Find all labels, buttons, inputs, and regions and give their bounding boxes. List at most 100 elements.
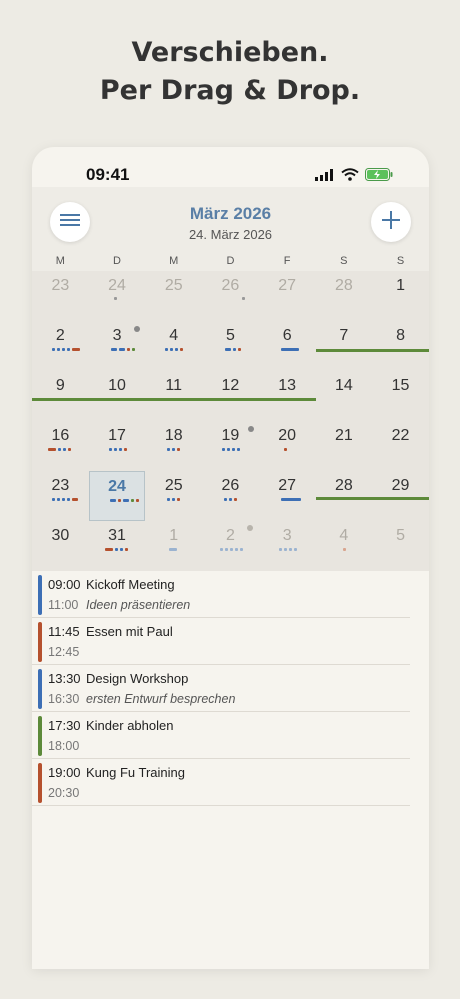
day-cell[interactable]: 16	[32, 421, 89, 471]
status-icons	[315, 168, 393, 186]
day-cell-today[interactable]: 24	[88, 471, 146, 521]
day-cell[interactable]: 17	[89, 421, 146, 471]
day-cell[interactable]: 26	[202, 271, 259, 321]
battery-charging-icon	[365, 168, 393, 186]
phone-screen: 09:41 März 2026 24. März 2026 M D M D F …	[32, 147, 429, 969]
day-cell[interactable]: 29	[372, 471, 429, 521]
day-number: 2	[55, 327, 65, 344]
month-title[interactable]: März 2026	[32, 204, 429, 224]
day-number: 25	[164, 477, 183, 494]
multi-day-event-bar[interactable]	[315, 349, 429, 352]
day-number: 6	[282, 327, 292, 344]
day-number: 21	[334, 427, 353, 444]
day-number: 20	[278, 427, 297, 444]
day-number: 8	[396, 327, 405, 344]
day-number: 22	[391, 427, 410, 444]
day-cell[interactable]: 1	[145, 521, 202, 571]
day-cell[interactable]: 28	[316, 271, 373, 321]
day-number: 23	[51, 477, 70, 494]
day-number: 14	[334, 377, 353, 394]
day-cell[interactable]: 19	[202, 421, 259, 471]
day-cell[interactable]: 25	[145, 471, 202, 521]
day-cell[interactable]: 13	[259, 371, 316, 421]
headline-line-2: Per Drag & Drop.	[99, 75, 361, 106]
day-cell[interactable]: 10	[89, 371, 146, 421]
event-color-stripe	[38, 622, 42, 662]
day-cell[interactable]: 18	[145, 421, 202, 471]
event-row[interactable]: 13:30 Design Workshop 16:30 ersten Entwu…	[32, 665, 410, 712]
day-cell[interactable]: 2	[202, 521, 259, 571]
event-row[interactable]: 11:45 Essen mit Paul 12:45	[32, 618, 410, 665]
day-cell[interactable]: 7	[316, 321, 373, 371]
day-cell[interactable]: 24	[89, 271, 146, 321]
wifi-icon	[341, 168, 359, 186]
event-end-time: 16:30	[48, 692, 80, 706]
event-row[interactable]: 19:00 Kung Fu Training 20:30	[32, 759, 410, 806]
day-cell[interactable]: 5	[372, 521, 429, 571]
event-start-time: 13:30	[48, 671, 81, 686]
day-cell[interactable]: 20	[259, 421, 316, 471]
day-cell[interactable]: 4	[145, 321, 202, 371]
day-cell[interactable]: 12	[202, 371, 259, 421]
day-cell[interactable]: 3	[89, 321, 146, 371]
day-cell[interactable]: 28	[316, 471, 373, 521]
weekday-label: M	[55, 255, 65, 267]
day-number: 5	[396, 527, 405, 544]
multi-day-event-bar[interactable]	[32, 398, 316, 401]
day-number: 11	[165, 377, 183, 394]
day-cell[interactable]: 23	[32, 471, 89, 521]
day-cell[interactable]: 9	[32, 371, 89, 421]
day-number: 25	[164, 277, 183, 294]
day-number: 4	[169, 327, 179, 344]
event-end-time: 18:00	[48, 739, 80, 753]
day-cell[interactable]: 8	[372, 321, 429, 371]
day-cell[interactable]: 15	[372, 371, 429, 421]
day-cell[interactable]: 26	[202, 471, 259, 521]
event-title: Kinder abholen	[86, 718, 174, 733]
day-cell[interactable]: 31	[89, 521, 146, 571]
day-number: 15	[391, 377, 410, 394]
day-cell[interactable]: 4	[316, 521, 373, 571]
event-start-time: 09:00	[48, 577, 81, 592]
headline: Verschieben. Per Drag & Drop.	[0, 34, 460, 110]
day-cell[interactable]: 23	[32, 271, 89, 321]
day-cell[interactable]: 30	[32, 521, 89, 571]
plus-icon	[381, 210, 401, 235]
day-cell[interactable]: 11	[145, 371, 202, 421]
day-cell[interactable]: 6	[259, 321, 316, 371]
day-cell[interactable]: 1	[372, 271, 429, 321]
day-cell[interactable]: 25	[145, 271, 202, 321]
event-note: Ideen präsentieren	[86, 598, 191, 612]
weekday-label: D	[226, 255, 235, 267]
day-number: 10	[108, 377, 126, 394]
day-cell[interactable]: 21	[316, 421, 373, 471]
add-event-button[interactable]	[371, 202, 411, 242]
day-number: 31	[108, 527, 126, 544]
day-number: 27	[278, 277, 297, 294]
day-cell[interactable]: 5	[202, 321, 259, 371]
day-number: 26	[221, 477, 240, 494]
weekday-label: F	[283, 255, 291, 267]
day-number: 29	[391, 477, 410, 494]
day-cell[interactable]: 3	[259, 521, 316, 571]
day-cell[interactable]: 27	[259, 471, 316, 521]
cellular-signal-icon	[315, 168, 335, 186]
event-row[interactable]: 09:00 Kickoff Meeting 11:00 Ideen präsen…	[32, 571, 410, 618]
day-number: 9	[55, 377, 65, 394]
status-time: 09:41	[86, 165, 130, 184]
day-number: 23	[51, 277, 70, 294]
day-number: 7	[339, 327, 349, 344]
day-cell[interactable]: 2	[32, 321, 89, 371]
weekday-label: M	[169, 255, 179, 267]
day-cell[interactable]: 27	[259, 271, 316, 321]
day-number: 28	[334, 477, 353, 494]
day-number: 18	[164, 427, 183, 444]
month-grid: 23 24 25 26 27 28 1 2 3 4 5 6 7 8 9 10 1…	[32, 271, 429, 571]
event-end-time: 20:30	[48, 786, 80, 800]
day-number: 4	[339, 527, 349, 544]
event-row[interactable]: 17:30 Kinder abholen 18:00	[32, 712, 410, 759]
day-number: 30	[51, 527, 70, 544]
day-cell[interactable]: 22	[372, 421, 429, 471]
multi-day-event-bar[interactable]	[315, 497, 429, 500]
day-cell[interactable]: 14	[316, 371, 373, 421]
